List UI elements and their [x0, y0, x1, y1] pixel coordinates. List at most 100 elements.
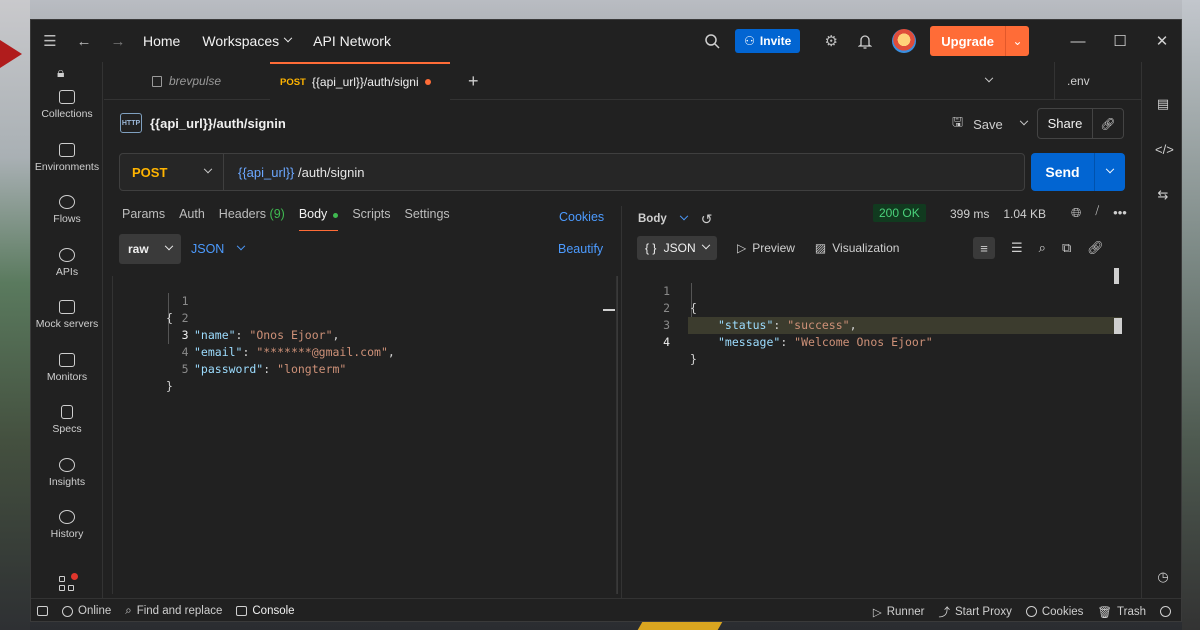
body-format-select[interactable]: JSON: [191, 234, 246, 264]
start-proxy-button[interactable]: ⤴ Start Proxy: [938, 604, 1011, 620]
tabs-overflow-chevron-icon[interactable]: [984, 62, 994, 100]
maximize-icon[interactable]: ☐: [1099, 20, 1141, 62]
settings-gear-icon[interactable]: ⚙: [814, 24, 848, 58]
save-response-icon[interactable]: ⧸: [1095, 205, 1099, 221]
desktop-background-right: [1182, 0, 1200, 630]
save-label: Save: [973, 116, 1003, 132]
chevron-down-icon: [283, 33, 293, 43]
chevron-down-icon[interactable]: ⌄: [1005, 26, 1029, 56]
response-body-viewer[interactable]: 1 { 2 "status": "success", 3 "message": …: [638, 266, 1126, 596]
copy-icon[interactable]: ⧉: [1062, 240, 1071, 256]
forward-arrow-icon[interactable]: →: [101, 24, 135, 58]
menu-icon[interactable]: ☰: [33, 24, 67, 58]
unsaved-dot: [424, 79, 431, 85]
postman-window: ☰ ← → Home Workspaces API Network ⚇ Invi…: [30, 19, 1182, 622]
avatar[interactable]: [892, 29, 917, 53]
sidebar-item-environments[interactable]: Environments: [31, 143, 103, 173]
tab-signin-request[interactable]: POST {{api_url}}/auth/signi: [270, 62, 450, 100]
link-icon[interactable]: 🔗︎: [1093, 109, 1123, 138]
back-arrow-icon[interactable]: ←: [67, 24, 101, 58]
add-tab-icon[interactable]: +: [468, 62, 479, 100]
url-bar: POST {{api_url}} /auth/signin: [119, 153, 1025, 191]
notifications-bell-icon[interactable]: [848, 24, 882, 58]
send-button[interactable]: Send: [1031, 153, 1095, 191]
editor-scrollbar[interactable]: [617, 276, 618, 594]
save-button[interactable]: 🖫︎ Save: [952, 111, 1028, 137]
preview-button[interactable]: ▷ Preview: [737, 241, 795, 255]
environments-icon: [59, 143, 75, 157]
method-select[interactable]: POST: [120, 154, 224, 190]
invite-label: Invite: [759, 34, 792, 48]
request-body-editor[interactable]: 1 { 2 "name": "Onos Ejoor", 3 "email": "…: [112, 276, 618, 594]
sidebar-item-flows[interactable]: Flows: [31, 195, 103, 225]
title-bar-right: ⚇ Invite ⚙ Upgrade ⌄ — ☐ ✕: [695, 20, 1181, 62]
tab-settings[interactable]: Settings: [405, 207, 450, 231]
response-toolbar: { } JSON ▷ Preview ▨ Visualization ≡ ☰ ⌕…: [637, 235, 1125, 261]
nav-api-network[interactable]: API Network: [313, 33, 391, 49]
tab-body[interactable]: Body: [298, 207, 339, 231]
response-body-select[interactable]: Body ↺: [638, 211, 712, 228]
runner-button[interactable]: ▷ Runner: [873, 605, 925, 619]
sidebar-item-apis[interactable]: APIs: [31, 248, 103, 278]
related-collections-icon[interactable]: ⇆: [1155, 187, 1171, 203]
filter-icon[interactable]: ☰: [1011, 240, 1023, 256]
history-icon[interactable]: ↺: [701, 211, 713, 228]
response-time[interactable]: 399 ms: [950, 207, 989, 221]
code-line: 3 "message": "Welcome Onos Ejoor": [638, 300, 1126, 349]
documentation-icon[interactable]: ▤: [1155, 96, 1171, 112]
upgrade-label[interactable]: Upgrade: [930, 26, 1005, 56]
cookies-button[interactable]: Cookies: [1025, 605, 1084, 618]
sidebar-item-insights[interactable]: Insights: [31, 458, 103, 488]
cookies-label: Cookies: [1041, 605, 1084, 618]
visualization-button[interactable]: ▨ Visualization: [815, 241, 900, 255]
request-title[interactable]: {{api_url}}/auth/signin: [150, 116, 286, 131]
trash-button[interactable]: 🗑︎ Trash: [1097, 605, 1146, 619]
info-clock-icon[interactable]: ◷: [1155, 569, 1171, 585]
more-options-icon[interactable]: •••: [1113, 205, 1127, 221]
sidebar-item-collections[interactable]: Collections: [31, 90, 103, 120]
tab-brevpulse[interactable]: brevpulse: [152, 62, 221, 100]
grid-square: [59, 576, 65, 582]
beautify-link[interactable]: Beautify: [558, 242, 603, 256]
chevron-down-icon[interactable]: [1095, 153, 1125, 191]
online-status[interactable]: Online: [62, 605, 111, 617]
wrap-lines-icon[interactable]: ≡: [973, 237, 995, 259]
tab-auth[interactable]: Auth: [179, 207, 205, 231]
pane-divider[interactable]: [621, 206, 622, 598]
help-icon[interactable]: [1160, 606, 1171, 617]
lock-icon[interactable]: 🔒︎: [57, 64, 64, 81]
body-active-dot: [333, 213, 339, 218]
upgrade-button[interactable]: Upgrade ⌄: [930, 26, 1029, 56]
find-replace-button[interactable]: ⌕ Find and replace: [125, 605, 222, 618]
console-button[interactable]: Console: [236, 605, 295, 617]
nav-workspaces[interactable]: Workspaces: [202, 33, 293, 49]
response-format-select[interactable]: { } JSON: [637, 236, 717, 260]
sidebar-item-mock-servers[interactable]: Mock servers: [31, 300, 103, 330]
nav-home[interactable]: Home: [143, 33, 180, 49]
code-icon[interactable]: </>: [1155, 142, 1174, 158]
sidebar-item-monitors[interactable]: Monitors: [31, 353, 103, 383]
close-icon[interactable]: ✕: [1141, 20, 1181, 62]
cookies-link[interactable]: Cookies: [559, 210, 604, 224]
sidebar-item-history[interactable]: History: [31, 510, 103, 540]
share-button[interactable]: Share: [1038, 109, 1093, 138]
invite-button[interactable]: ⚇ Invite: [735, 29, 801, 53]
tab-scripts[interactable]: Scripts: [352, 207, 390, 231]
tab-params[interactable]: Params: [122, 207, 165, 231]
desktop-background-stripe: [637, 622, 723, 630]
link-icon[interactable]: 🔗︎: [1087, 240, 1104, 256]
search-icon: ⌕: [125, 604, 132, 617]
sidebar-item-specs[interactable]: Specs: [31, 405, 103, 435]
search-icon[interactable]: ⌕: [1039, 240, 1046, 256]
url-input[interactable]: {{api_url}} /auth/signin: [224, 165, 365, 180]
response-toolbar-right: ≡ ☰ ⌕ ⧉ 🔗︎: [973, 235, 1104, 261]
minimize-icon[interactable]: —: [1057, 20, 1099, 62]
search-icon[interactable]: [695, 24, 729, 58]
globe-icon[interactable]: 🌐︎: [1071, 205, 1081, 221]
tab-headers[interactable]: Headers (9): [219, 207, 285, 231]
title-bar: ☰ ← → Home Workspaces API Network ⚇ Invi…: [31, 20, 1181, 62]
body-mode-select[interactable]: raw: [119, 234, 181, 264]
chevron-down-icon[interactable]: [1019, 116, 1028, 126]
toggle-sidebar-icon[interactable]: [37, 606, 48, 616]
response-size[interactable]: 1.04 KB: [1003, 207, 1046, 221]
